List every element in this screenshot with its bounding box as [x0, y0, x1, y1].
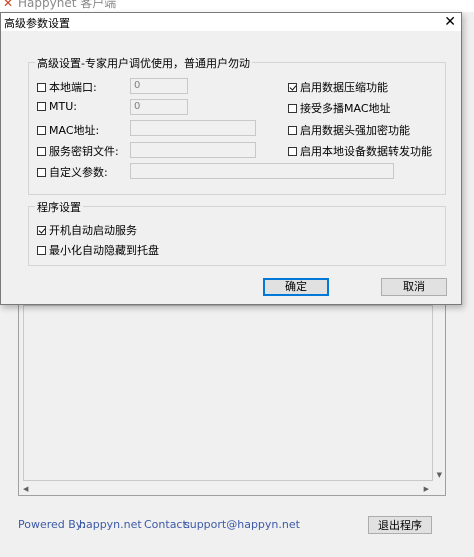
- log-textarea[interactable]: [23, 305, 433, 481]
- close-icon[interactable]: ✕: [444, 13, 456, 31]
- dialog-title: 高级参数设置: [4, 17, 70, 30]
- checkbox-icon: [37, 245, 46, 255]
- mac-address-label: MAC地址:: [49, 124, 100, 137]
- checkbox-icon: [37, 82, 46, 92]
- footer-powered-link[interactable]: happyn.net: [79, 518, 142, 531]
- checkbox-icon: [37, 125, 46, 135]
- local-port-label: 本地端口:: [49, 81, 97, 94]
- log-panel: ▼ ◀ ▶: [18, 300, 446, 496]
- autostart-label: 开机自动启动服务: [49, 224, 137, 237]
- advanced-settings-dialog: 高级参数设置 ✕ 高级设置-专家用户调优使用，普通用户勿动 本地端口: 0 MT…: [0, 12, 462, 305]
- mtu-input[interactable]: 0: [130, 99, 188, 115]
- minimize-tray-checkbox[interactable]: 最小化自动隐藏到托盘: [37, 242, 159, 258]
- checkbox-icon: [37, 167, 46, 177]
- program-group-label: 程序设置: [35, 199, 83, 215]
- mac-address-checkbox[interactable]: MAC地址:: [37, 122, 99, 138]
- compression-label: 启用数据压缩功能: [300, 81, 388, 94]
- log-horizontal-scrollbar[interactable]: [21, 483, 443, 493]
- scroll-right-arrow-icon[interactable]: ▶: [424, 485, 429, 493]
- app-logo-icon: ✕: [3, 0, 14, 10]
- service-key-input[interactable]: [130, 142, 256, 158]
- checkbox-checked-icon: [37, 225, 46, 235]
- mtu-checkbox[interactable]: MTU:: [37, 100, 77, 113]
- checkbox-icon: [37, 146, 46, 156]
- multicast-label: 接受多播MAC地址: [300, 102, 391, 115]
- exit-program-button[interactable]: 退出程序: [368, 516, 432, 534]
- checkbox-icon: [288, 103, 297, 113]
- checkbox-checked-icon: [288, 82, 297, 92]
- footer-contact-email[interactable]: support@happyn.net: [184, 518, 300, 531]
- service-key-checkbox[interactable]: 服务密钥文件:: [37, 143, 119, 159]
- autostart-checkbox[interactable]: 开机自动启动服务: [37, 222, 137, 238]
- main-titlebar: ✕ Happynet 客户端: [0, 0, 474, 12]
- custom-params-checkbox[interactable]: 自定义参数:: [37, 164, 108, 180]
- local-port-checkbox[interactable]: 本地端口:: [37, 79, 97, 95]
- dialog-titlebar: 高级参数设置 ✕: [1, 13, 461, 31]
- custom-params-label: 自定义参数:: [49, 166, 108, 179]
- footer-powered-label: Powered By:: [18, 518, 86, 531]
- scroll-down-arrow-icon[interactable]: ▼: [437, 471, 442, 479]
- mac-address-input[interactable]: [130, 120, 256, 136]
- log-vertical-scrollbar[interactable]: [435, 303, 443, 481]
- checkbox-icon: [37, 102, 46, 111]
- local-port-input[interactable]: 0: [130, 78, 188, 94]
- cancel-button[interactable]: 取消: [381, 278, 447, 296]
- multicast-checkbox[interactable]: 接受多播MAC地址: [288, 100, 391, 116]
- custom-params-input[interactable]: [130, 163, 394, 179]
- service-key-label: 服务密钥文件:: [49, 145, 119, 158]
- mtu-label: MTU:: [49, 100, 77, 113]
- minimize-tray-label: 最小化自动隐藏到托盘: [49, 244, 159, 257]
- header-encrypt-checkbox[interactable]: 启用数据头强加密功能: [288, 122, 410, 138]
- local-forward-label: 启用本地设备数据转发功能: [300, 145, 432, 158]
- local-forward-checkbox[interactable]: 启用本地设备数据转发功能: [288, 143, 432, 159]
- compression-checkbox[interactable]: 启用数据压缩功能: [288, 79, 388, 95]
- advanced-group-label: 高级设置-专家用户调优使用，普通用户勿动: [35, 55, 252, 71]
- scroll-left-arrow-icon[interactable]: ◀: [23, 485, 28, 493]
- main-window-title: Happynet 客户端: [18, 0, 117, 10]
- checkbox-icon: [288, 146, 297, 156]
- checkbox-icon: [288, 125, 297, 135]
- ok-button[interactable]: 确定: [263, 278, 329, 296]
- header-encrypt-label: 启用数据头强加密功能: [300, 124, 410, 137]
